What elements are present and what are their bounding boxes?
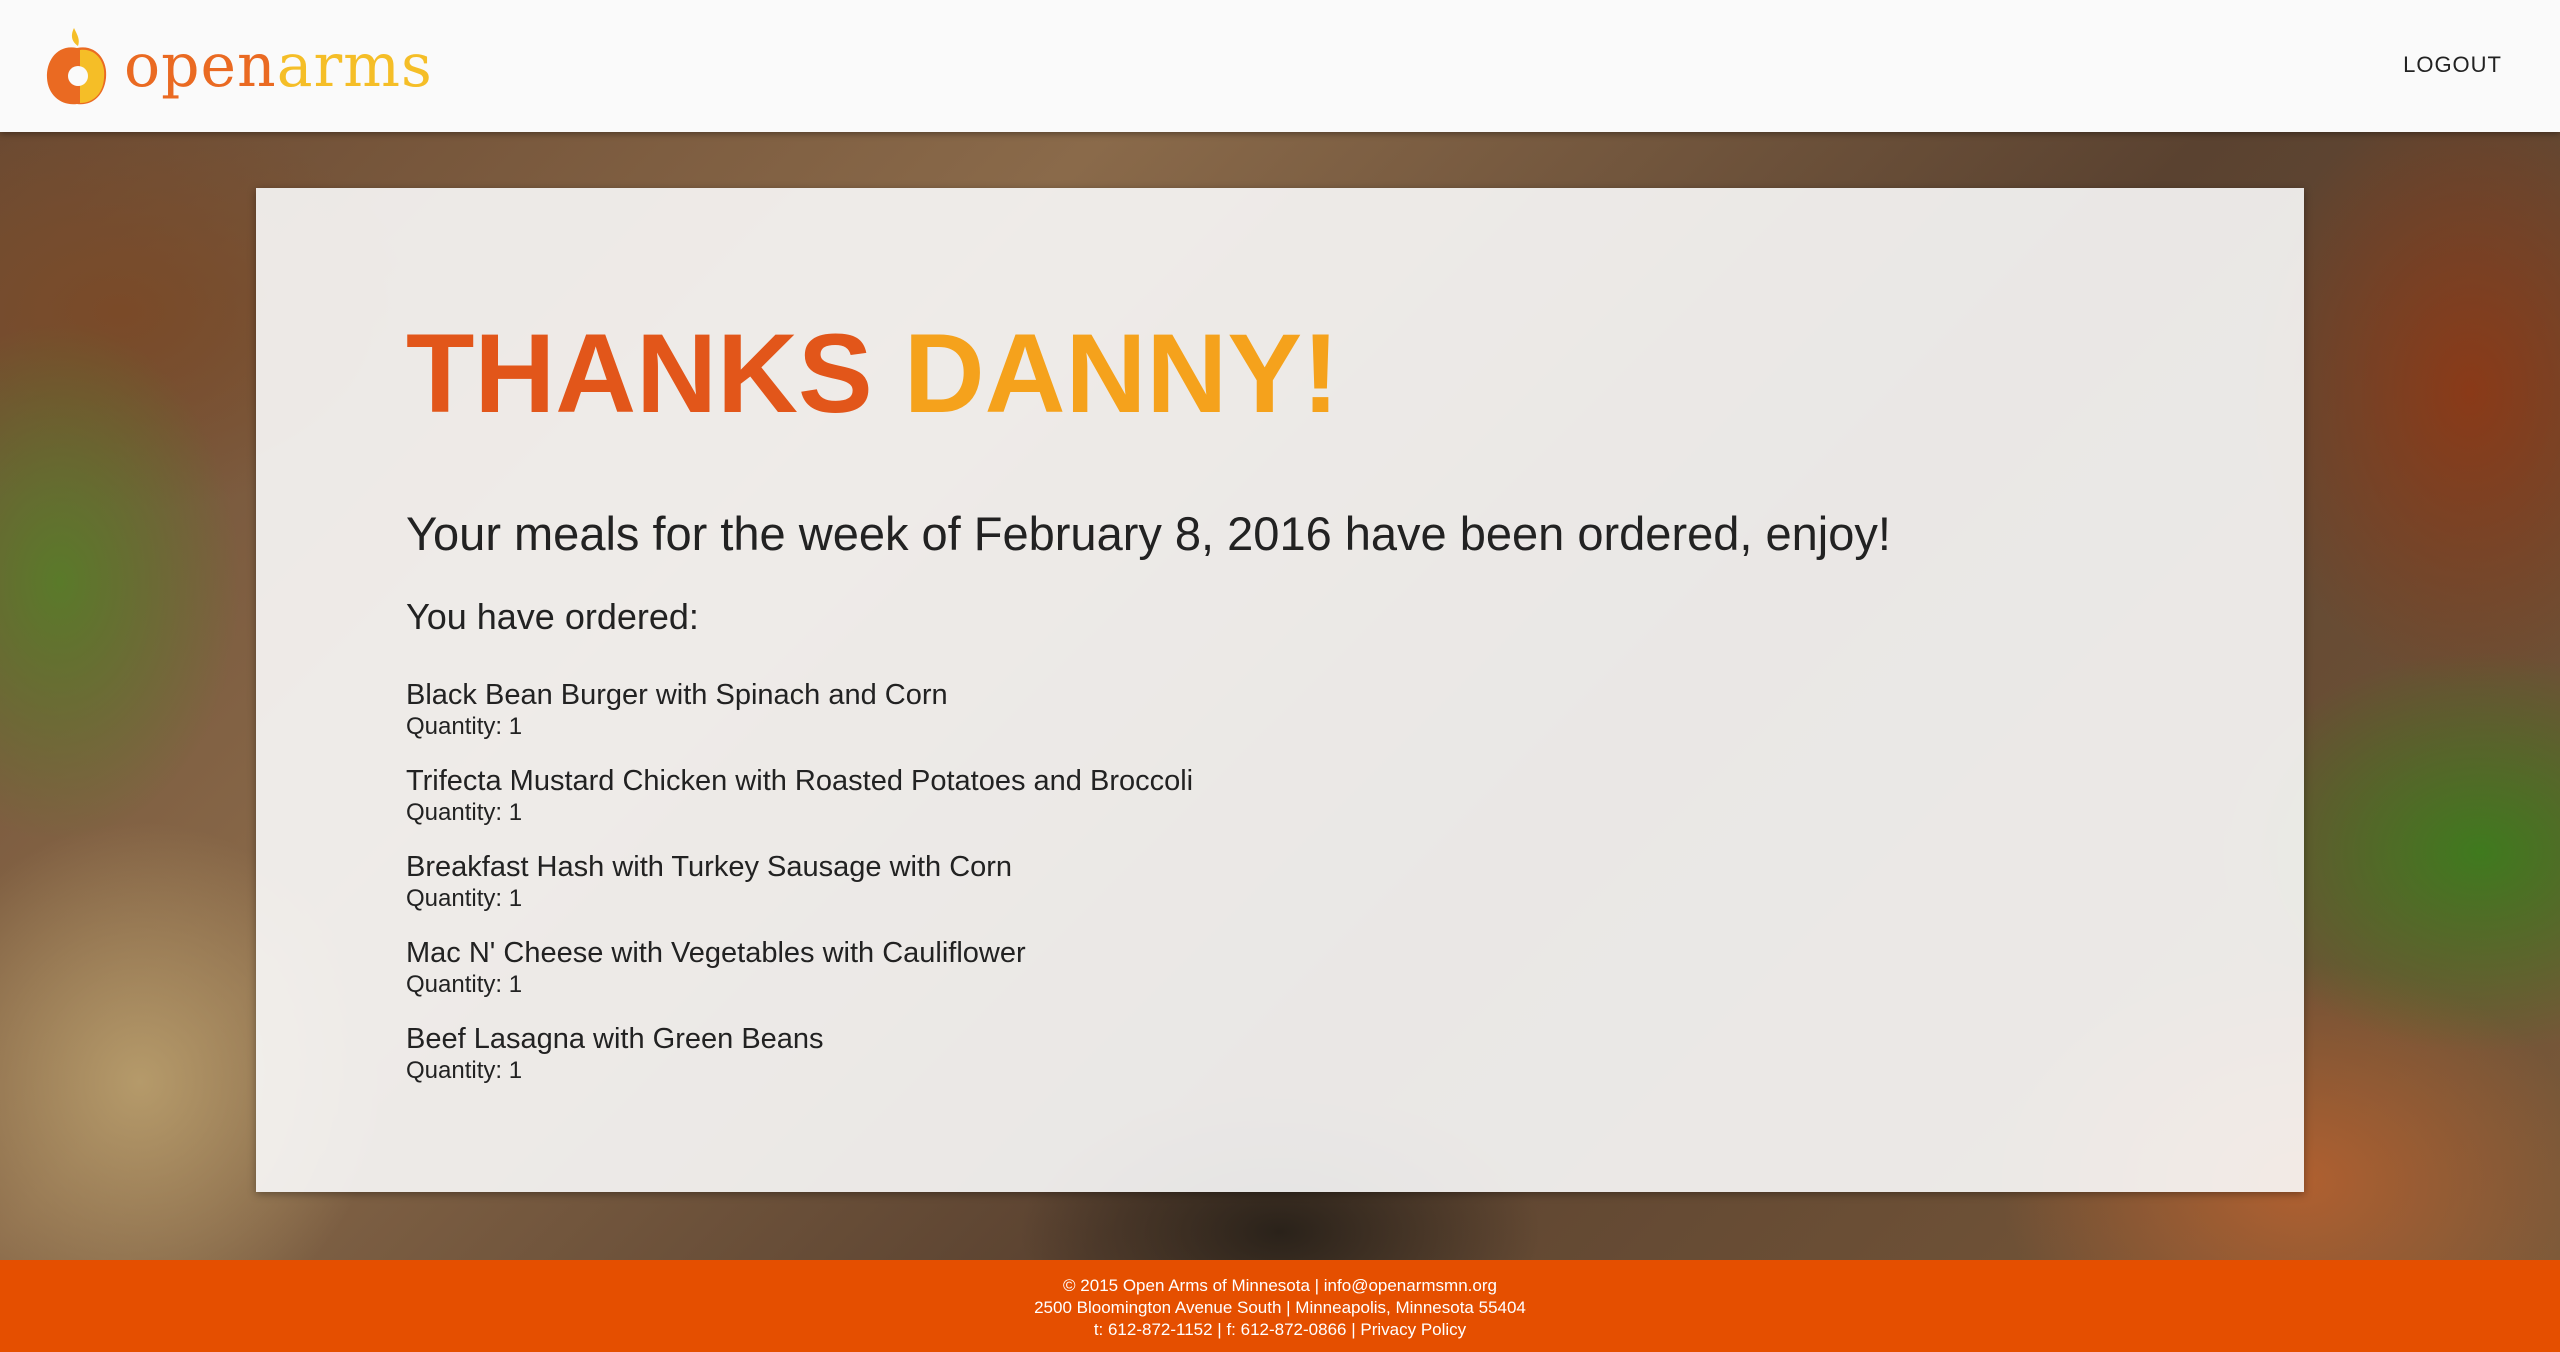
meal-quantity: Quantity: 1 bbox=[406, 713, 523, 740]
ordered-label: You have ordered: bbox=[406, 596, 699, 637]
logo-wordmark: openarms bbox=[124, 36, 433, 96]
headline-user-name: DANNY! bbox=[903, 311, 1340, 436]
list-item: Mac N' Cheese with Vegetables with Cauli… bbox=[406, 936, 2006, 1022]
logo-text-arms: arms bbox=[276, 31, 433, 101]
meal-name: Black Bean Burger with Spinach and Corn bbox=[406, 679, 948, 711]
meal-quantity: Quantity: 1 bbox=[406, 1057, 523, 1084]
site-logo[interactable]: openarms bbox=[44, 26, 433, 106]
meal-quantity: Quantity: 1 bbox=[406, 971, 523, 998]
list-item: Trifecta Mustard Chicken with Roasted Po… bbox=[406, 764, 2006, 850]
week-message: Your meals for the week of February 8, 2… bbox=[406, 507, 1891, 560]
meal-quantity: Quantity: 1 bbox=[406, 885, 523, 912]
footer-copyright: © 2015 Open Arms of Minnesota | bbox=[1063, 1276, 1324, 1295]
apple-logo-icon bbox=[46, 28, 107, 105]
order-list: Black Bean Burger with Spinach and Corn … bbox=[406, 678, 2006, 1108]
meal-name: Breakfast Hash with Turkey Sausage with … bbox=[406, 851, 1013, 883]
thanks-headline: THANKS DANNY! bbox=[406, 318, 1339, 430]
footer-phone-line: t: 612-872-1152 | f: 612-872-0866 | Priv… bbox=[0, 1319, 2560, 1341]
meal-quantity: Quantity: 1 bbox=[406, 799, 523, 826]
list-item: Black Bean Burger with Spinach and Corn … bbox=[406, 678, 2006, 764]
footer-address: 2500 Bloomington Avenue South | Minneapo… bbox=[1034, 1298, 1526, 1317]
confirmation-card: THANKS DANNY! Your meals for the week of… bbox=[256, 188, 2304, 1192]
list-item: Beef Lasagna with Green Beans Quantity: … bbox=[406, 1022, 2006, 1108]
logo-text-open: open bbox=[124, 31, 277, 101]
logout-link[interactable]: LOGOUT bbox=[2403, 52, 2502, 78]
meal-name: Mac N' Cheese with Vegetables with Cauli… bbox=[406, 937, 1026, 969]
site-footer: © 2015 Open Arms of Minnesota | info@ope… bbox=[0, 1260, 2560, 1352]
list-item: Breakfast Hash with Turkey Sausage with … bbox=[406, 850, 2006, 936]
footer-email-link[interactable]: info@openarmsmn.org bbox=[1324, 1276, 1497, 1295]
meal-name: Trifecta Mustard Chicken with Roasted Po… bbox=[406, 765, 1194, 797]
headline-thanks: THANKS bbox=[406, 311, 873, 436]
site-header: openarms LOGOUT bbox=[0, 0, 2560, 132]
meal-name: Beef Lasagna with Green Beans bbox=[406, 1023, 824, 1055]
footer-copyright-line: © 2015 Open Arms of Minnesota | info@ope… bbox=[0, 1275, 2560, 1297]
footer-phones: t: 612-872-1152 | f: 612-872-0866 | bbox=[1093, 1320, 1361, 1339]
privacy-policy-link[interactable]: Privacy Policy bbox=[1360, 1320, 1466, 1339]
